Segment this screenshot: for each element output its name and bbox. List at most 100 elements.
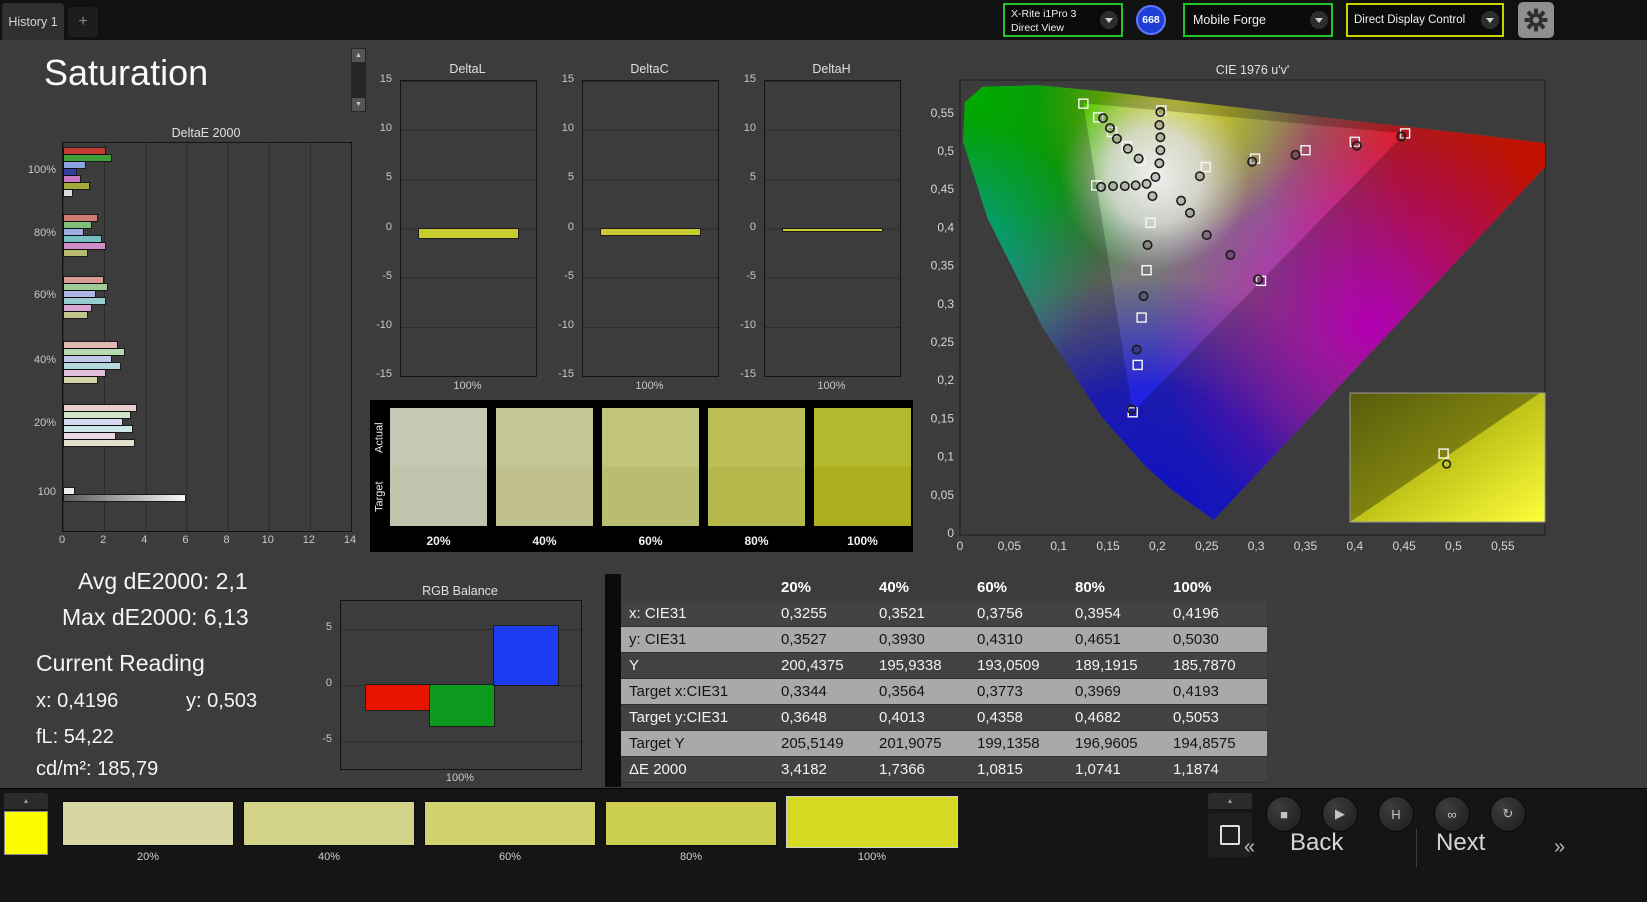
x-axis-label: 100% xyxy=(764,380,899,392)
delta-c-chart: DeltaC 151050-5-10-15 100% xyxy=(547,62,719,396)
y-axis-tick: -5 xyxy=(322,733,332,745)
refresh-button[interactable]: ↻ xyxy=(1490,796,1526,832)
gamut-inset xyxy=(1350,393,1545,522)
table-cell: 199,1358 xyxy=(969,735,1067,752)
new-tab-button[interactable]: + xyxy=(68,7,98,37)
deltae-bar xyxy=(64,162,85,168)
row-label: y: CIE31 xyxy=(621,631,773,648)
deltae-bar xyxy=(64,176,80,182)
table-row: Target x:CIE310,33440,35640,37730,39690,… xyxy=(621,679,1267,705)
x-axis-tick: 2 xyxy=(100,534,106,546)
top-bar: History 1 + X-Rite i1Pro 3 Direct View 6… xyxy=(0,0,1647,40)
meter-name: X-Rite i1Pro 3 xyxy=(1011,8,1099,22)
meter-selector[interactable]: X-Rite i1Pro 3 Direct View xyxy=(1003,3,1123,37)
y-axis-tick: -15 xyxy=(558,368,574,380)
loop-button[interactable]: ∞ xyxy=(1434,796,1470,832)
scroll-up-button[interactable]: ▲ xyxy=(352,49,365,62)
deltae-bar xyxy=(64,148,105,154)
pattern-button[interactable]: H xyxy=(1378,796,1414,832)
back-button[interactable]: Back xyxy=(1290,829,1343,857)
y-axis-tick: 5 xyxy=(750,171,756,183)
source-selector[interactable]: Mobile Forge xyxy=(1183,3,1333,37)
tab-history-1[interactable]: History 1 xyxy=(2,3,64,40)
loop-icon: ∞ xyxy=(1447,807,1456,822)
deltae-bar xyxy=(64,419,122,425)
play-button[interactable]: ▶ xyxy=(1322,796,1358,832)
deltae-bar xyxy=(64,155,111,161)
measurement-point xyxy=(1106,124,1114,132)
y-axis-label: 100 xyxy=(38,486,56,498)
y-axis-tick: -10 xyxy=(558,319,574,331)
row-label: x: CIE31 xyxy=(621,605,773,622)
next-chevron-icon[interactable]: » xyxy=(1554,836,1565,859)
pattern-level-label: 60% xyxy=(424,851,596,863)
source-name: Mobile Forge xyxy=(1193,13,1266,27)
measurement-point xyxy=(1134,154,1142,162)
x-axis-tick: 0 xyxy=(957,539,964,553)
max-de2000: Max dE2000: 6,13 xyxy=(62,604,249,631)
reading-y: y: 0,503 xyxy=(186,690,257,713)
table-cell: 0,3930 xyxy=(871,631,969,648)
pattern-swatch[interactable] xyxy=(605,801,777,846)
actual-target-swatch-panel: Actual Target 20%40%60%80%100% xyxy=(370,400,913,552)
y-axis-tick: 0,45 xyxy=(931,182,955,196)
x-axis-tick: 10 xyxy=(262,534,274,546)
target-swatch xyxy=(602,467,699,526)
settings-button[interactable] xyxy=(1518,2,1554,38)
measurement-point xyxy=(1132,345,1140,353)
measurement-point xyxy=(1143,241,1151,249)
pattern-swatch[interactable] xyxy=(424,801,596,846)
deltae-bar xyxy=(64,433,115,439)
table-header-row: 20%40%60%80%100% xyxy=(621,574,1267,601)
collapse-right-tab[interactable]: ▲ xyxy=(1208,793,1252,809)
chevron-down-icon[interactable] xyxy=(1310,11,1328,29)
table-cell: 1,7366 xyxy=(871,761,969,778)
pattern-swatch[interactable] xyxy=(243,801,415,846)
swatch-level-label: 60% xyxy=(602,534,699,548)
column-header: 40% xyxy=(871,579,969,596)
actual-swatch xyxy=(602,408,699,467)
swatch-level-label: 20% xyxy=(390,534,487,548)
y-axis-labels: 100%80%60%40%20%100 xyxy=(0,142,60,530)
divider xyxy=(1416,829,1417,867)
stop-button[interactable]: ■ xyxy=(1266,796,1302,832)
scroll-down-button[interactable]: ▼ xyxy=(352,98,365,111)
deltae-bar xyxy=(64,312,87,318)
plot-area xyxy=(582,80,719,377)
y-axis-labels: 50-5 xyxy=(308,600,336,768)
y-axis-tick: 0 xyxy=(326,677,332,689)
deltae-bar xyxy=(64,215,97,221)
deltae-bar xyxy=(64,377,97,383)
measurement-point xyxy=(1156,146,1164,154)
table-row: Target y:CIE310,36480,40130,43580,46820,… xyxy=(621,705,1267,731)
plot-area xyxy=(62,142,352,532)
pattern-level-label: 20% xyxy=(62,851,234,863)
row-label: ΔE 2000 xyxy=(621,761,773,778)
y-axis-tick: 0,4 xyxy=(937,220,954,234)
chevron-down-icon[interactable] xyxy=(1100,11,1118,29)
swatch-columns: 20%40%60%80%100% xyxy=(370,400,913,552)
pattern-bar: ▲ 20%40%60%80%100% ▲ ■▶H∞↻ « Back Next » xyxy=(0,788,1647,902)
measurement-point xyxy=(1128,405,1136,413)
table-grid: 20%40%60%80%100%x: CIE310,32550,35210,37… xyxy=(621,574,1267,783)
pattern-swatch[interactable] xyxy=(786,796,958,848)
table-cell: 3,4182 xyxy=(773,761,871,778)
back-chevron-icon[interactable]: « xyxy=(1244,836,1255,859)
chevron-up-icon: ▲ xyxy=(1227,798,1234,805)
display-control-selector[interactable]: Direct Display Control xyxy=(1346,3,1504,37)
measurement-point xyxy=(1142,180,1150,188)
mini-scrollbar[interactable]: ▲ ▼ xyxy=(351,48,366,112)
meter-count-badge[interactable]: 668 xyxy=(1136,5,1166,35)
gridline xyxy=(341,741,581,742)
deltae-bar xyxy=(64,169,76,175)
deltae-bar xyxy=(64,250,87,256)
table-cell: 0,3756 xyxy=(969,605,1067,622)
measurement-point xyxy=(1156,108,1164,116)
y-axis-tick: 0,2 xyxy=(937,373,954,387)
table-cell: 0,4682 xyxy=(1067,709,1165,726)
stop-icon: ■ xyxy=(1280,807,1288,822)
next-button[interactable]: Next xyxy=(1436,829,1485,857)
pattern-swatch[interactable] xyxy=(62,801,234,846)
pattern-level-label: 40% xyxy=(243,851,415,863)
chevron-down-icon[interactable] xyxy=(1481,11,1499,29)
